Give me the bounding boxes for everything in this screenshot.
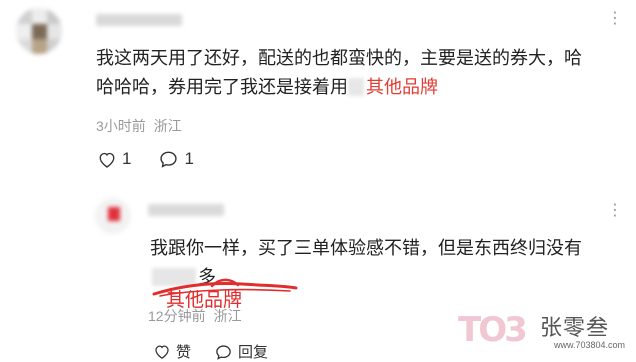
- site-watermark: TO3 张零叁 www.703804.com: [458, 310, 634, 360]
- heart-outline-icon: [155, 345, 169, 359]
- reply-button[interactable]: 1: [159, 149, 194, 169]
- comment-location: 浙江: [153, 118, 182, 134]
- reply-body: 我跟你一样，买了三单体验感不错，但是东西终归没有: [150, 238, 582, 258]
- more-dots-icon[interactable]: ⋮: [607, 200, 623, 220]
- reply-meta: 12分钟前 浙江: [148, 306, 250, 326]
- watermark-name: 张零叁: [540, 315, 610, 340]
- username-masked[interactable]: [96, 14, 182, 26]
- speech-bubble-icon: [160, 151, 178, 168]
- speech-bubble-icon: [216, 344, 231, 360]
- like-count: 1: [122, 149, 132, 168]
- comment-text: 我这两天用了还好，配送的也都蛮快的，主要是送的券大，哈哈哈哈，券用完了我还是接着…: [96, 44, 596, 102]
- avatar[interactable]: [16, 8, 62, 54]
- avatar[interactable]: [95, 198, 131, 234]
- brand-annotation: 其他品牌: [366, 77, 438, 97]
- comment-body: 我这两天用了还好，配送的也都蛮快的，主要是送的券大，哈哈哈哈，券用完了我还是接着…: [96, 48, 582, 97]
- reply-label: 回复: [238, 344, 269, 361]
- comment-meta: 3小时前 浙江: [96, 116, 190, 136]
- reply-location: 浙江: [213, 308, 242, 324]
- watermark-logo: TO3: [458, 310, 528, 350]
- like-label: 赞: [176, 344, 192, 361]
- comment-time: 3小时前: [96, 118, 146, 134]
- like-button[interactable]: 1: [98, 149, 131, 169]
- like-button[interactable]: 赞: [154, 341, 191, 362]
- heart-outline-icon: [99, 152, 115, 168]
- reply-actions: 赞 回复: [154, 341, 292, 362]
- more-dots-icon[interactable]: ⋮: [607, 8, 623, 28]
- masked-text: [348, 78, 364, 96]
- reply-button[interactable]: 回复: [215, 341, 268, 362]
- comment-actions: 1 1: [98, 149, 222, 169]
- reply-time: 12分钟前: [148, 308, 206, 324]
- username-masked[interactable]: [148, 204, 224, 216]
- reply-count: 1: [184, 149, 194, 168]
- watermark-url: www.703804.com: [554, 340, 626, 350]
